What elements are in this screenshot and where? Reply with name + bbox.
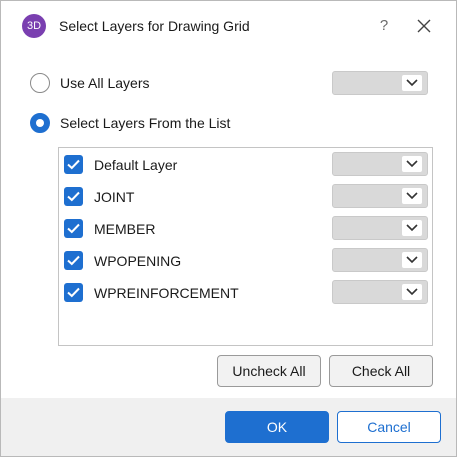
layer-checkbox[interactable] xyxy=(64,251,83,270)
checkmark-icon xyxy=(67,255,80,266)
layer-label: Default Layer xyxy=(94,157,178,173)
layer-dropdown-wpreinforcement[interactable] xyxy=(332,280,428,304)
dialog-title: Select Layers for Drawing Grid xyxy=(59,18,250,34)
close-icon[interactable] xyxy=(413,15,435,37)
check-all-button[interactable]: Check All xyxy=(329,355,433,387)
chevron-down-icon xyxy=(406,224,418,232)
layer-label: WPOPENING xyxy=(94,253,182,269)
help-icon[interactable]: ? xyxy=(373,15,395,37)
radio-select-from-list[interactable]: Select Layers From the List xyxy=(30,112,230,134)
title-bar: 3D Select Layers for Drawing Grid ? xyxy=(1,1,456,51)
radio-button-checked[interactable] xyxy=(30,113,50,133)
ok-button[interactable]: OK xyxy=(225,411,329,443)
layer-checkbox[interactable] xyxy=(64,283,83,302)
chevron-down-icon xyxy=(406,192,418,200)
layer-checkbox[interactable] xyxy=(64,187,83,206)
layer-checkbox[interactable] xyxy=(64,219,83,238)
chevron-down-icon xyxy=(406,160,418,168)
use-all-layers-dropdown[interactable] xyxy=(332,71,428,95)
radio-select-from-list-label: Select Layers From the List xyxy=(60,115,231,131)
layer-dropdown-joint[interactable] xyxy=(332,184,428,208)
radio-use-all-layers[interactable]: Use All Layers xyxy=(30,72,149,94)
chevron-down-icon xyxy=(406,256,418,264)
checkmark-icon xyxy=(67,287,80,298)
layer-label: JOINT xyxy=(94,189,135,205)
layer-list[interactable]: Default Layer JOINT MEMBER WPOPENING WPR… xyxy=(58,147,433,346)
dialog-footer: OK Cancel xyxy=(1,398,456,456)
checkmark-icon xyxy=(67,191,80,202)
layer-checkbox[interactable] xyxy=(64,155,83,174)
layer-label: MEMBER xyxy=(94,221,156,237)
checkmark-icon xyxy=(67,159,80,170)
app-3d-icon: 3D xyxy=(22,14,46,38)
cancel-button[interactable]: Cancel xyxy=(337,411,441,443)
radio-use-all-label: Use All Layers xyxy=(60,75,150,91)
layer-dropdown-default-layer[interactable] xyxy=(332,152,428,176)
layer-label: WPREINFORCEMENT xyxy=(94,285,239,301)
checkmark-icon xyxy=(67,223,80,234)
layer-dropdown-member[interactable] xyxy=(332,216,428,240)
chevron-down-icon xyxy=(406,79,418,87)
radio-button-unchecked[interactable] xyxy=(30,73,50,93)
layer-dropdown-wpopening[interactable] xyxy=(332,248,428,272)
select-layers-dialog: 3D Select Layers for Drawing Grid ? Use … xyxy=(0,0,457,457)
chevron-down-icon xyxy=(406,288,418,296)
uncheck-all-button[interactable]: Uncheck All xyxy=(217,355,321,387)
